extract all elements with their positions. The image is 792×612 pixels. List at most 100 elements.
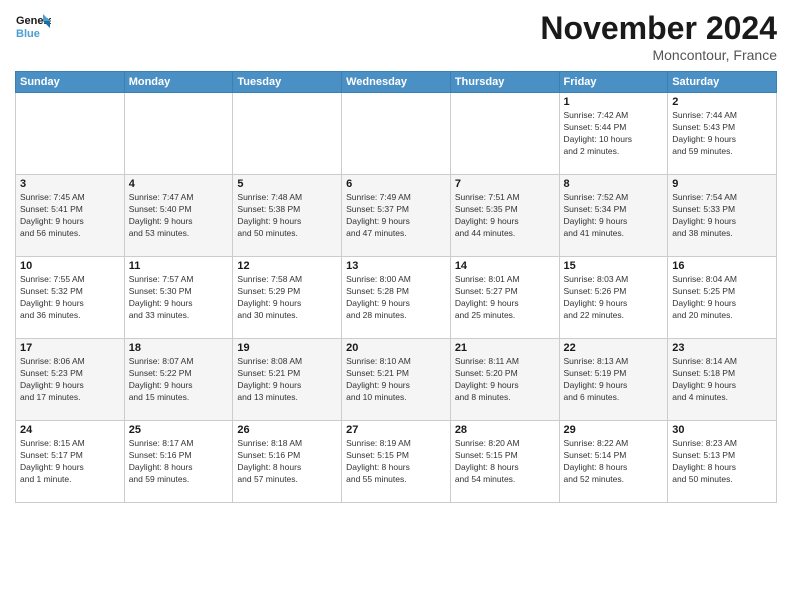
day-info: Sunrise: 8:13 AM Sunset: 5:19 PM Dayligh… [564,356,664,404]
day-info: Sunrise: 8:04 AM Sunset: 5:25 PM Dayligh… [672,274,772,322]
cell-0-1 [124,93,233,175]
cell-1-2: 5Sunrise: 7:48 AM Sunset: 5:38 PM Daylig… [233,175,342,257]
cell-3-0: 17 Sunrise: 8:06 AM Sunset: 5:23 PM Dayli… [16,339,125,421]
day-number: 7 [455,178,555,190]
week-row-3: 17 Sunrise: 8:06 AM Sunset: 5:23 PM Dayli… [16,339,777,421]
cell-1-5: 8 Sunrise: 7:52 AM Sunset: 5:34 PM Daylig… [559,175,668,257]
title-block: November 2024 Moncontour, France [540,10,777,63]
day-info: Sunrise: 8:06 AM Sunset: 5:23 PM Dayligh… [20,356,120,404]
day-info: Sunrise: 8:22 AM Sunset: 5:14 PM Dayligh… [564,438,664,486]
day-info: Sunrise: 8:00 AM Sunset: 5:28 PM Dayligh… [346,274,446,322]
cell-1-4: 7 Sunrise: 7:51 AM Sunset: 5:35 PM Daylig… [450,175,559,257]
day-number: 9 [672,178,772,190]
col-monday: Monday [124,72,233,93]
cell-4-6: 30 Sunrise: 8:23 AM Sunset: 5:13 PM Dayli… [668,421,777,503]
calendar-body: 1Sunrise: 7:42 AM Sunset: 5:44 PM Daylig… [16,93,777,503]
cell-3-3: 20 Sunrise: 8:10 AM Sunset: 5:21 PM Dayli… [342,339,451,421]
calendar-header: Sunday Monday Tuesday Wednesday Thursday… [16,72,777,93]
day-number: 17 [20,342,120,354]
col-tuesday: Tuesday [233,72,342,93]
week-row-1: 3Sunrise: 7:45 AM Sunset: 5:41 PM Daylig… [16,175,777,257]
cell-3-6: 23 Sunrise: 8:14 AM Sunset: 5:18 PM Dayli… [668,339,777,421]
cell-3-2: 19Sunrise: 8:08 AM Sunset: 5:21 PM Dayli… [233,339,342,421]
day-info: Sunrise: 8:18 AM Sunset: 5:16 PM Dayligh… [237,438,337,486]
day-number: 2 [672,96,772,108]
day-number: 10 [20,260,120,272]
cell-3-1: 18Sunrise: 8:07 AM Sunset: 5:22 PM Dayli… [124,339,233,421]
day-number: 6 [346,178,446,190]
cell-3-4: 21 Sunrise: 8:11 AM Sunset: 5:20 PM Dayli… [450,339,559,421]
day-info: Sunrise: 8:08 AM Sunset: 5:21 PM Dayligh… [237,356,337,404]
day-info: Sunrise: 8:23 AM Sunset: 5:13 PM Dayligh… [672,438,772,486]
cell-2-6: 16Sunrise: 8:04 AM Sunset: 5:25 PM Dayli… [668,257,777,339]
cell-4-3: 27 Sunrise: 8:19 AM Sunset: 5:15 PM Dayli… [342,421,451,503]
day-number: 26 [237,424,337,436]
cell-4-0: 24 Sunrise: 8:15 AM Sunset: 5:17 PM Dayli… [16,421,125,503]
day-number: 21 [455,342,555,354]
day-info: Sunrise: 7:54 AM Sunset: 5:33 PM Dayligh… [672,192,772,240]
col-sunday: Sunday [16,72,125,93]
cell-0-5: 1Sunrise: 7:42 AM Sunset: 5:44 PM Daylig… [559,93,668,175]
day-info: Sunrise: 8:10 AM Sunset: 5:21 PM Dayligh… [346,356,446,404]
day-number: 18 [129,342,229,354]
day-info: Sunrise: 8:15 AM Sunset: 5:17 PM Dayligh… [20,438,120,486]
cell-4-5: 29 Sunrise: 8:22 AM Sunset: 5:14 PM Dayli… [559,421,668,503]
cell-1-3: 6 Sunrise: 7:49 AM Sunset: 5:37 PM Daylig… [342,175,451,257]
day-info: Sunrise: 7:58 AM Sunset: 5:29 PM Dayligh… [237,274,337,322]
cell-0-0 [16,93,125,175]
cell-4-4: 28 Sunrise: 8:20 AM Sunset: 5:15 PM Dayli… [450,421,559,503]
day-number: 28 [455,424,555,436]
cell-4-1: 25Sunrise: 8:17 AM Sunset: 5:16 PM Dayli… [124,421,233,503]
cell-0-6: 2 Sunrise: 7:44 AM Sunset: 5:43 PM Daylig… [668,93,777,175]
day-number: 11 [129,260,229,272]
week-row-0: 1Sunrise: 7:42 AM Sunset: 5:44 PM Daylig… [16,93,777,175]
day-info: Sunrise: 7:44 AM Sunset: 5:43 PM Dayligh… [672,110,772,158]
day-number: 29 [564,424,664,436]
day-info: Sunrise: 8:03 AM Sunset: 5:26 PM Dayligh… [564,274,664,322]
day-info: Sunrise: 7:42 AM Sunset: 5:44 PM Dayligh… [564,110,664,158]
week-row-4: 24 Sunrise: 8:15 AM Sunset: 5:17 PM Dayli… [16,421,777,503]
cell-4-2: 26 Sunrise: 8:18 AM Sunset: 5:16 PM Dayli… [233,421,342,503]
day-number: 22 [564,342,664,354]
calendar-table: Sunday Monday Tuesday Wednesday Thursday… [15,71,777,503]
day-info: Sunrise: 8:17 AM Sunset: 5:16 PM Dayligh… [129,438,229,486]
day-number: 23 [672,342,772,354]
cell-0-2 [233,93,342,175]
week-row-2: 10 Sunrise: 7:55 AM Sunset: 5:32 PM Dayli… [16,257,777,339]
logo-svg: General Blue [15,10,51,46]
col-thursday: Thursday [450,72,559,93]
cell-2-4: 14Sunrise: 8:01 AM Sunset: 5:27 PM Dayli… [450,257,559,339]
header-row: Sunday Monday Tuesday Wednesday Thursday… [16,72,777,93]
day-info: Sunrise: 7:55 AM Sunset: 5:32 PM Dayligh… [20,274,120,322]
day-info: Sunrise: 8:20 AM Sunset: 5:15 PM Dayligh… [455,438,555,486]
day-number: 27 [346,424,446,436]
day-info: Sunrise: 8:11 AM Sunset: 5:20 PM Dayligh… [455,356,555,404]
day-number: 8 [564,178,664,190]
day-number: 4 [129,178,229,190]
location: Moncontour, France [540,47,777,63]
cell-1-1: 4 Sunrise: 7:47 AM Sunset: 5:40 PM Daylig… [124,175,233,257]
svg-text:Blue: Blue [16,28,40,40]
day-info: Sunrise: 7:49 AM Sunset: 5:37 PM Dayligh… [346,192,446,240]
day-info: Sunrise: 7:57 AM Sunset: 5:30 PM Dayligh… [129,274,229,322]
page: General Blue November 2024 Moncontour, F… [0,0,792,612]
cell-0-4 [450,93,559,175]
cell-0-3 [342,93,451,175]
day-number: 30 [672,424,772,436]
day-info: Sunrise: 7:47 AM Sunset: 5:40 PM Dayligh… [129,192,229,240]
logo: General Blue [15,10,51,46]
day-info: Sunrise: 7:51 AM Sunset: 5:35 PM Dayligh… [455,192,555,240]
cell-3-5: 22 Sunrise: 8:13 AM Sunset: 5:19 PM Dayli… [559,339,668,421]
day-info: Sunrise: 8:19 AM Sunset: 5:15 PM Dayligh… [346,438,446,486]
day-number: 15 [564,260,664,272]
day-number: 24 [20,424,120,436]
day-number: 12 [237,260,337,272]
day-number: 5 [237,178,337,190]
day-number: 13 [346,260,446,272]
day-info: Sunrise: 7:45 AM Sunset: 5:41 PM Dayligh… [20,192,120,240]
day-number: 20 [346,342,446,354]
day-info: Sunrise: 7:52 AM Sunset: 5:34 PM Dayligh… [564,192,664,240]
day-info: Sunrise: 8:01 AM Sunset: 5:27 PM Dayligh… [455,274,555,322]
day-info: Sunrise: 8:14 AM Sunset: 5:18 PM Dayligh… [672,356,772,404]
col-friday: Friday [559,72,668,93]
